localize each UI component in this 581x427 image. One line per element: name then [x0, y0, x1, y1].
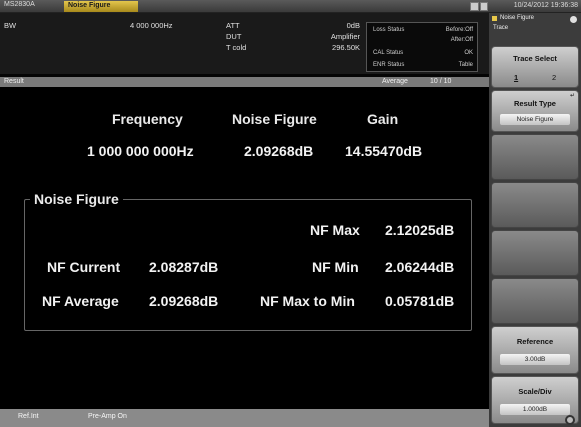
result-type-title: Result Type: [514, 99, 556, 108]
trace-option-1[interactable]: 1: [514, 73, 518, 82]
att-value: 0dB: [346, 21, 360, 30]
result-label: Result: [4, 78, 24, 85]
dut-value: Amplifier: [330, 32, 360, 41]
nf-max-label: NF Max: [310, 222, 360, 238]
result-type-button[interactable]: ↵ Result Type Noise Figure: [491, 90, 579, 132]
status-bar: Ref.Int Pre-Amp On: [0, 409, 489, 427]
gain-header: Gain: [367, 111, 399, 127]
noise-figure-value: 2.09268dB: [244, 143, 314, 159]
window-controls[interactable]: [470, 2, 488, 11]
scale-div-value: 1.000dB: [500, 404, 570, 415]
bw-value: 4 000 000Hz: [130, 21, 173, 30]
softkey-menu-sub: Trace: [493, 25, 509, 31]
submenu-arrow-icon: ↵: [569, 93, 575, 99]
nf-average-value: 2.09268dB: [149, 293, 219, 309]
reference-source: Ref.Int: [18, 413, 39, 420]
preamp-status: Pre-Amp On: [88, 413, 127, 420]
datetime: 10/24/2012 19:36:38: [513, 2, 578, 9]
average-label: Average: [382, 78, 408, 85]
softkey-4-empty[interactable]: [491, 182, 579, 228]
app-name: MS2830A: [4, 1, 35, 8]
nf-min-value: 2.06244dB: [385, 259, 455, 275]
trace-select-title: Trace Select: [513, 54, 557, 63]
average-count: 10 / 10: [430, 78, 452, 85]
status-box: Loss Status Before:Off After:Off CAL Sta…: [366, 22, 478, 72]
frequency-value: 1 000 000 000Hz: [87, 143, 194, 159]
result-type-value: Noise Figure: [500, 114, 570, 125]
reference-value: 3.00dB: [500, 354, 570, 365]
nf-max-to-min-label: NF Max to Min: [260, 293, 355, 309]
t-cold-value: 296.50K: [332, 43, 360, 52]
softkey-header: Noise Figure Trace: [491, 14, 579, 44]
bw-label: BW: [4, 21, 17, 30]
dut-label: DUT: [226, 32, 242, 41]
loss-status-label: Loss Status: [373, 27, 405, 33]
cal-status-label: CAL Status: [373, 50, 404, 56]
loss-after-value: After:Off: [450, 37, 473, 43]
nf-current-value: 2.08287dB: [149, 259, 219, 275]
result-area: Frequency Noise Figure Gain 1 000 000 00…: [0, 87, 489, 409]
loss-before-value: Before:Off: [445, 27, 473, 33]
softkey-panel: Noise Figure Trace Trace Select 1 2 ↵ Re…: [489, 13, 581, 427]
t-cold-label: T cold: [226, 43, 247, 52]
frequency-header: Frequency: [112, 111, 183, 127]
enr-status-value: Table: [458, 62, 473, 68]
gain-value: 14.55470dB: [345, 143, 423, 159]
noise-figure-header: Noise Figure: [232, 111, 317, 127]
trace-select-button[interactable]: Trace Select 1 2: [491, 46, 579, 88]
rotary-knob-icon: [565, 415, 575, 425]
softkey-6-empty[interactable]: [491, 278, 579, 324]
menu-toggle-icon[interactable]: [570, 16, 577, 23]
cal-status-value: OK: [464, 50, 473, 56]
nf-max-value: 2.12025dB: [385, 222, 455, 238]
main-display: BW 4 000 000Hz ATT 0dB DUT Amplifier T c…: [0, 13, 489, 427]
result-bar: Result Average 10 / 10: [0, 77, 489, 87]
att-label: ATT: [226, 21, 240, 30]
measurement-settings: BW 4 000 000Hz ATT 0dB DUT Amplifier T c…: [0, 13, 489, 74]
trace-option-2[interactable]: 2: [552, 73, 556, 82]
reference-button[interactable]: Reference 3.00dB: [491, 326, 579, 374]
noise-figure-group-title: Noise Figure: [30, 191, 123, 207]
title-bar: MS2830A Noise Figure 10/24/2012 19:36:38: [0, 0, 581, 13]
scale-div-button[interactable]: Scale/Div 1.000dB: [491, 376, 579, 425]
nf-min-label: NF Min: [312, 259, 359, 275]
noise-figure-icon: [492, 16, 497, 21]
softkey-5-empty[interactable]: [491, 230, 579, 276]
minimize-icon[interactable]: [470, 2, 479, 11]
softkey-menu-title: Noise Figure: [500, 15, 535, 21]
close-icon[interactable]: [479, 2, 488, 11]
scale-div-title: Scale/Div: [518, 387, 552, 396]
nf-current-label: NF Current: [47, 259, 121, 275]
reference-title: Reference: [516, 337, 554, 346]
enr-status-label: ENR Status: [373, 62, 405, 68]
nf-average-label: NF Average: [42, 293, 119, 309]
tab-noise-figure[interactable]: Noise Figure: [64, 1, 138, 12]
softkey-3-empty[interactable]: [491, 134, 579, 180]
nf-max-to-min-value: 0.05781dB: [385, 293, 455, 309]
